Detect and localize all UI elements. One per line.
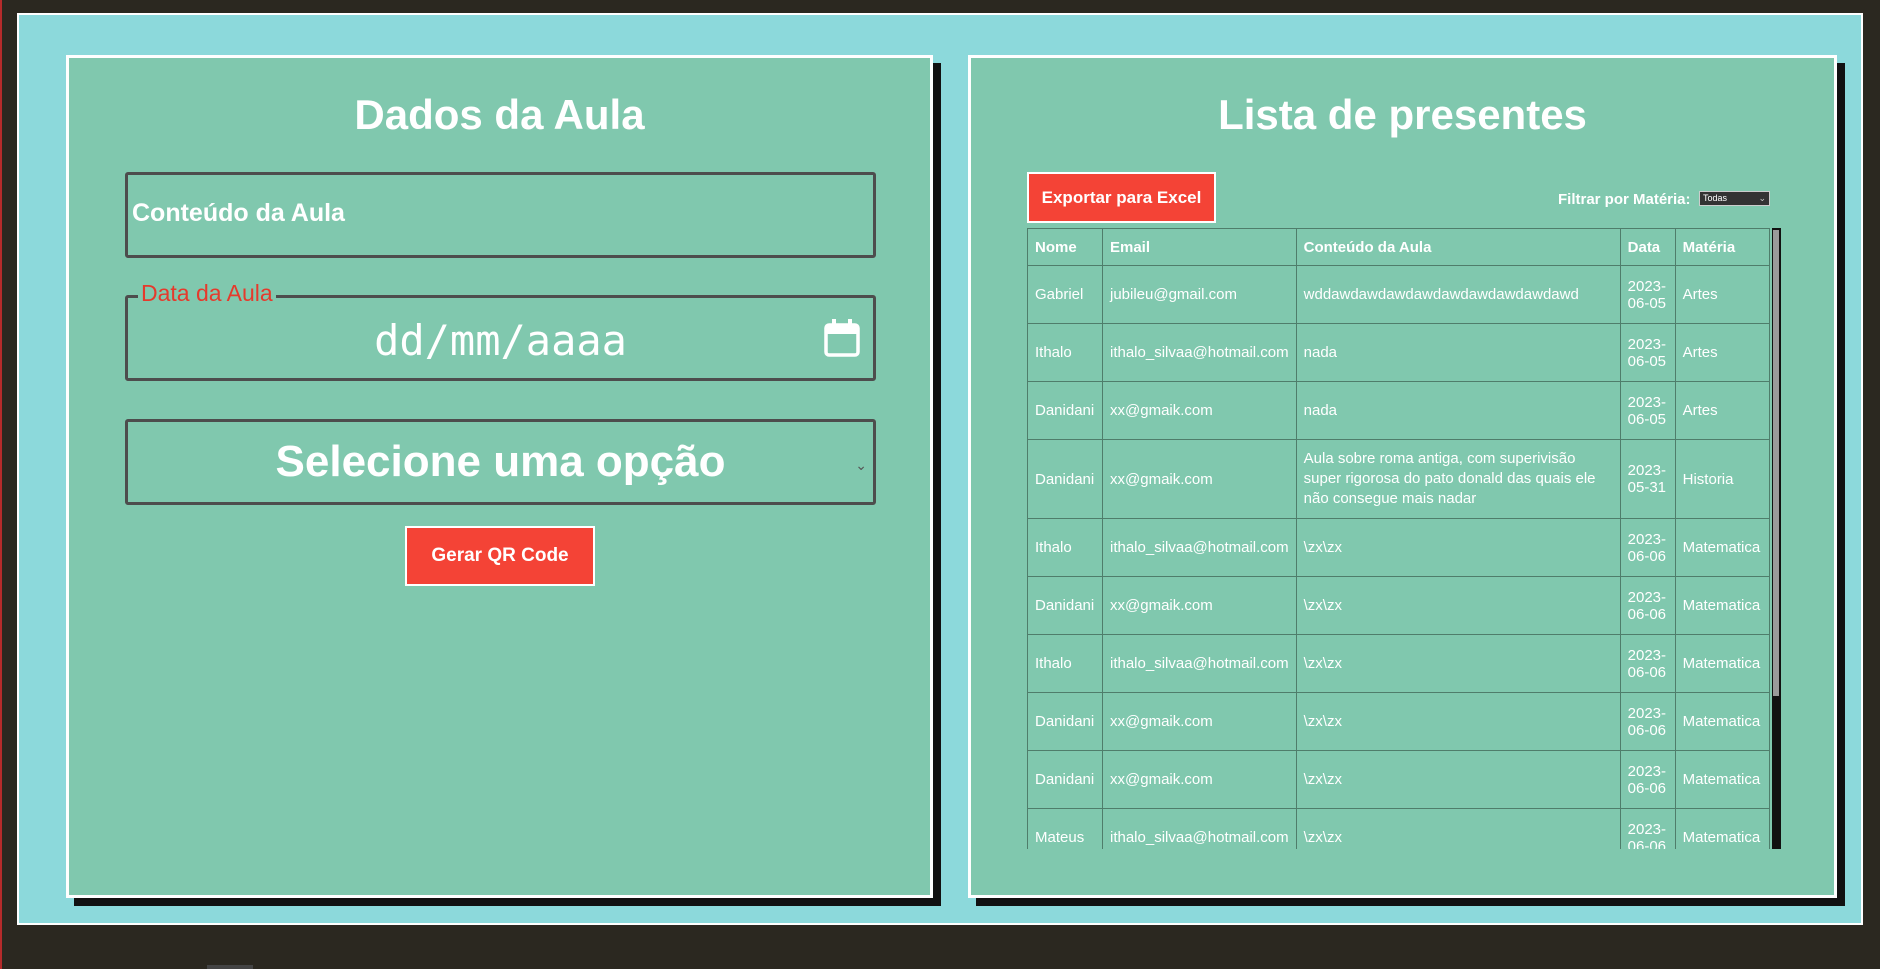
table-scrollbar-thumb[interactable] [1773,230,1779,696]
cell-email: ithalo_silvaa@hotmail.com [1102,518,1297,577]
cell-subject: Matematica [1674,518,1771,577]
subject-select[interactable]: Selecione uma opção ⌄ [125,419,876,505]
cell-date: 2023-06-05 [1619,323,1676,382]
cell-date: 2023-06-06 [1619,750,1676,809]
cell-subject: Artes [1674,265,1771,324]
class-date-placeholder: dd/mm/aaaa [374,316,627,365]
table-row: Ithalo ithalo_silvaa@hotmail.com \zx\zx … [1027,518,1771,577]
cell-subject: Matematica [1674,634,1771,693]
export-excel-button[interactable]: Exportar para Excel [1027,172,1216,223]
subject-filter-select[interactable]: Todas ⌄ [1699,191,1770,206]
cell-date: 2023-06-06 [1619,518,1676,577]
attendance-panel: Lista de presentes Exportar para Excel F… [968,55,1837,898]
cell-content: Aula sobre roma antiga, com superivisão … [1295,439,1621,519]
cell-date: 2023-06-05 [1619,265,1676,324]
cell-subject: Matematica [1674,692,1771,751]
cell-content: \zx\zx [1295,518,1621,577]
class-date-label: Data da Aula [138,280,276,307]
cell-email: xx@gmaik.com [1102,750,1297,809]
attendance-title: Lista de presentes [1218,91,1587,138]
column-header-subject: Matéria [1674,228,1771,266]
cell-content: \zx\zx [1295,634,1621,693]
table-row: Ithalo ithalo_silvaa@hotmail.com nada 20… [1027,323,1771,382]
class-data-title: Dados da Aula [354,91,645,138]
subject-select-value: Selecione uma opção [275,437,726,486]
class-date-input[interactable]: Data da Aula dd/mm/aaaa [125,280,876,381]
column-header-date: Data [1619,228,1676,266]
class-data-panel: Dados da Aula Conteúdo da Aula Data da A… [66,55,933,898]
table-row: Gabriel jubileu@gmail.com wddawdawdawdaw… [1027,265,1771,324]
cell-email: xx@gmaik.com [1102,381,1297,440]
cell-date: 2023-06-06 [1619,576,1676,635]
cell-name: Mateus [1027,808,1103,849]
subject-filter-value: Todas [1703,193,1728,203]
window-edge [0,0,2,969]
cell-date: 2023-05-31 [1619,439,1676,519]
chevron-down-icon: ⌄ [855,457,867,473]
column-header-name: Nome [1027,228,1103,266]
table-row: Danidani xx@gmaik.com \zx\zx 2023-06-06 … [1027,576,1771,635]
bottom-tab-indicator [207,965,253,969]
cell-name: Gabriel [1027,265,1103,324]
cell-name: Danidani [1027,439,1103,519]
cell-subject: Matematica [1674,750,1771,809]
generate-qr-button[interactable]: Gerar QR Code [405,526,595,586]
table-row: Danidani xx@gmaik.com Aula sobre roma an… [1027,439,1771,519]
cell-date: 2023-06-06 [1619,808,1676,849]
cell-content: \zx\zx [1295,808,1621,849]
table-row: Mateus ithalo_silvaa@hotmail.com \zx\zx … [1027,808,1771,849]
column-header-content: Conteúdo da Aula [1295,228,1621,266]
cell-subject: Historia [1674,439,1771,519]
table-scrollbar[interactable] [1772,228,1781,849]
cell-content: nada [1295,381,1621,440]
app-container: Dados da Aula Conteúdo da Aula Data da A… [17,13,1863,925]
class-content-value: Conteúdo da Aula [132,199,345,227]
cell-email: ithalo_silvaa@hotmail.com [1102,323,1297,382]
table-row: Danidani xx@gmaik.com \zx\zx 2023-06-06 … [1027,692,1771,751]
cell-content: \zx\zx [1295,576,1621,635]
attendance-table: Nome Email Conteúdo da Aula Data Matéria… [1027,228,1771,849]
cell-subject: Artes [1674,323,1771,382]
cell-content: wddawdawdawdawdawdawdawdawdawd [1295,265,1621,324]
cell-email: xx@gmaik.com [1102,576,1297,635]
cell-name: Ithalo [1027,518,1103,577]
attendance-table-container: Nome Email Conteúdo da Aula Data Matéria… [1027,228,1781,849]
cell-subject: Artes [1674,381,1771,440]
table-row: Danidani xx@gmaik.com \zx\zx 2023-06-06 … [1027,750,1771,809]
cell-date: 2023-06-06 [1619,634,1676,693]
cell-subject: Matematica [1674,808,1771,849]
cell-content-text: Aula sobre roma antiga, com superivisão … [1303,450,1596,507]
cell-email: ithalo_silvaa@hotmail.com [1102,808,1297,849]
cell-email: xx@gmaik.com [1102,439,1297,519]
cell-email: jubileu@gmail.com [1102,265,1297,324]
cell-name: Danidani [1027,692,1103,751]
calendar-icon[interactable] [823,318,861,358]
table-row: Ithalo ithalo_silvaa@hotmail.com \zx\zx … [1027,634,1771,693]
cell-date: 2023-06-06 [1619,692,1676,751]
cell-content: \zx\zx [1295,692,1621,751]
table-header-row: Nome Email Conteúdo da Aula Data Matéria [1027,228,1771,266]
cell-name: Danidani [1027,750,1103,809]
chevron-down-icon: ⌄ [1758,193,1766,203]
cell-name: Ithalo [1027,634,1103,693]
cell-email: xx@gmaik.com [1102,692,1297,751]
cell-name: Danidani [1027,576,1103,635]
subject-filter-label: Filtrar por Matéria: [1558,191,1691,208]
column-header-email: Email [1102,228,1297,266]
cell-name: Danidani [1027,381,1103,440]
cell-email: ithalo_silvaa@hotmail.com [1102,634,1297,693]
cell-name: Ithalo [1027,323,1103,382]
class-content-input[interactable]: Conteúdo da Aula [125,172,876,258]
table-row: Danidani xx@gmaik.com nada 2023-06-05 Ar… [1027,381,1771,440]
cell-content: nada [1295,323,1621,382]
cell-date: 2023-06-05 [1619,381,1676,440]
cell-content: \zx\zx [1295,750,1621,809]
cell-subject: Matematica [1674,576,1771,635]
